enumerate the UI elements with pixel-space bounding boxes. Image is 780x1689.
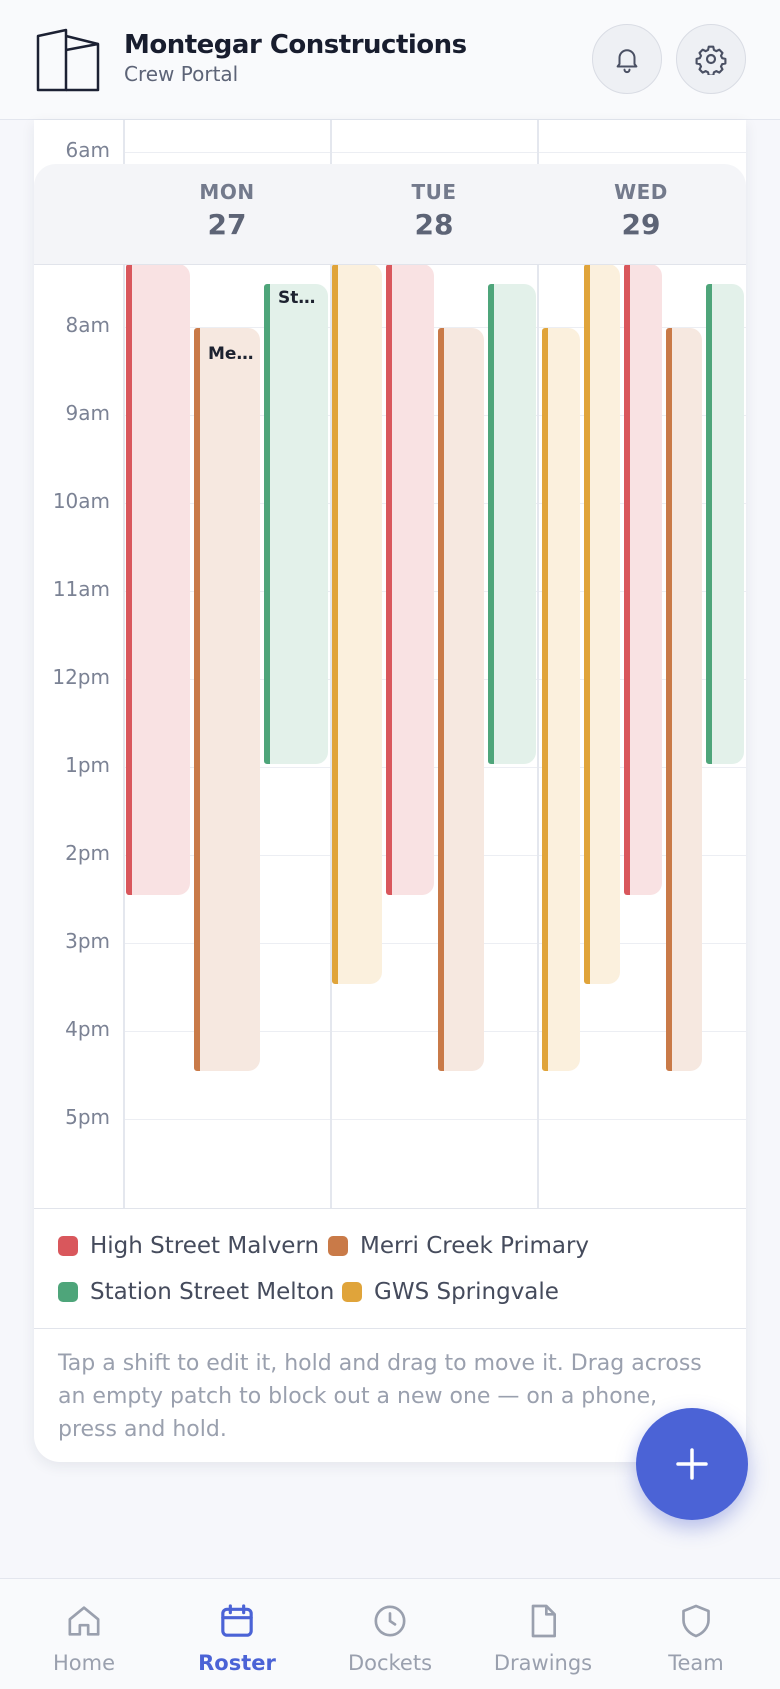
- time-label: 3pm: [65, 929, 110, 953]
- time-label: 9am: [65, 401, 110, 425]
- day-date: 29: [621, 208, 661, 241]
- nav-drawings[interactable]: Drawings: [465, 1579, 621, 1689]
- legend-swatch: [58, 1282, 78, 1302]
- day-divider: [123, 120, 125, 1208]
- day-name: WED: [614, 180, 668, 204]
- home-icon: [68, 1606, 100, 1636]
- document-icon: [531, 1604, 556, 1638]
- shift-block[interactable]: [624, 264, 662, 895]
- legend-swatch: [58, 1236, 78, 1256]
- legend-item: GWS Springvale: [342, 1279, 559, 1305]
- roster-calendar: 6am 8am 9am 10am 11am 12pm 1pm 2pm 3pm 4…: [34, 120, 746, 1462]
- time-label: 8am: [65, 313, 110, 337]
- day-name: TUE: [411, 180, 457, 204]
- legend-item: Station Street Melton: [58, 1279, 334, 1305]
- legend-label: Station Street Melton: [90, 1279, 335, 1305]
- nav-dockets[interactable]: Dockets: [312, 1579, 468, 1689]
- bell-icon: [616, 49, 638, 74]
- shield-icon: [682, 1604, 710, 1638]
- notifications-button[interactable]: [592, 24, 662, 94]
- day-column-mon[interactable]: MON 27: [124, 164, 330, 264]
- shift-block[interactable]: [706, 284, 744, 764]
- legend-label: Merri Creek Primary: [360, 1233, 590, 1259]
- time-label: 11am: [52, 577, 110, 601]
- app-header: Montegar Constructions Crew Portal: [0, 0, 780, 120]
- legend-label: GWS Springvale: [374, 1279, 559, 1305]
- shift-block[interactable]: [584, 264, 620, 984]
- nav-label: Home: [52, 1651, 115, 1675]
- hour-line: [124, 1119, 746, 1120]
- calendar-icon: [221, 1604, 253, 1637]
- time-label: 10am: [52, 489, 110, 513]
- day-date: 28: [414, 208, 454, 241]
- time-label: 2pm: [65, 841, 110, 865]
- shift-block[interactable]: [542, 328, 580, 1071]
- legend-item: High Street Malvern: [58, 1233, 319, 1259]
- day-date: 27: [207, 208, 247, 241]
- clock-icon: [374, 1605, 406, 1637]
- nav-label: Dockets: [347, 1651, 433, 1675]
- calendar-grid[interactable]: 6am 8am 9am 10am 11am 12pm 1pm 2pm 3pm 4…: [34, 120, 746, 1208]
- site-legend: High Street Malvern Merri Creek Primary …: [34, 1208, 746, 1328]
- shift-block[interactable]: [386, 264, 434, 895]
- nav-label: Team: [668, 1651, 724, 1675]
- legend-item: Merri Creek Primary: [328, 1233, 589, 1259]
- add-shift-button[interactable]: [636, 1408, 748, 1520]
- plus-icon: [676, 1448, 708, 1480]
- shift-label: Me…: [208, 344, 254, 364]
- shift-block[interactable]: [666, 328, 702, 1071]
- shift-block[interactable]: Me…: [194, 328, 260, 1071]
- shift-block[interactable]: [488, 284, 536, 764]
- day-header: MON 27 TUE 28 WED 29: [34, 164, 746, 265]
- shift-label: St…: [278, 288, 316, 308]
- time-label: 5pm: [65, 1105, 110, 1129]
- day-name: MON: [199, 180, 255, 204]
- settings-button[interactable]: [676, 24, 746, 94]
- time-label: 4pm: [65, 1017, 110, 1041]
- shift-block[interactable]: St…: [264, 284, 328, 764]
- day-column-wed[interactable]: WED 29: [538, 164, 744, 264]
- nav-home[interactable]: Home: [6, 1579, 162, 1689]
- app-subtitle: Crew Portal: [124, 62, 239, 86]
- logo-icon: [36, 28, 100, 92]
- legend-swatch: [328, 1236, 348, 1256]
- bottom-navigation: Home Roster Dockets Drawings Team: [0, 1578, 780, 1689]
- gear-icon: [695, 45, 727, 75]
- nav-label: Drawings: [493, 1651, 593, 1675]
- shift-block[interactable]: [126, 264, 190, 895]
- shift-block[interactable]: [438, 328, 484, 1071]
- legend-label: High Street Malvern: [90, 1233, 320, 1259]
- time-label: 1pm: [65, 753, 110, 777]
- nav-label: Roster: [198, 1651, 276, 1675]
- legend-swatch: [342, 1282, 362, 1302]
- app-title: Montegar Constructions: [124, 30, 467, 60]
- time-label: 12pm: [52, 665, 110, 689]
- day-column-tue[interactable]: TUE 28: [331, 164, 537, 264]
- day-divider: [537, 120, 539, 1208]
- time-label: 6am: [65, 138, 110, 162]
- nav-team[interactable]: Team: [618, 1579, 774, 1689]
- nav-roster[interactable]: Roster: [159, 1579, 315, 1689]
- hour-line: [124, 152, 746, 153]
- shift-block[interactable]: [332, 264, 382, 984]
